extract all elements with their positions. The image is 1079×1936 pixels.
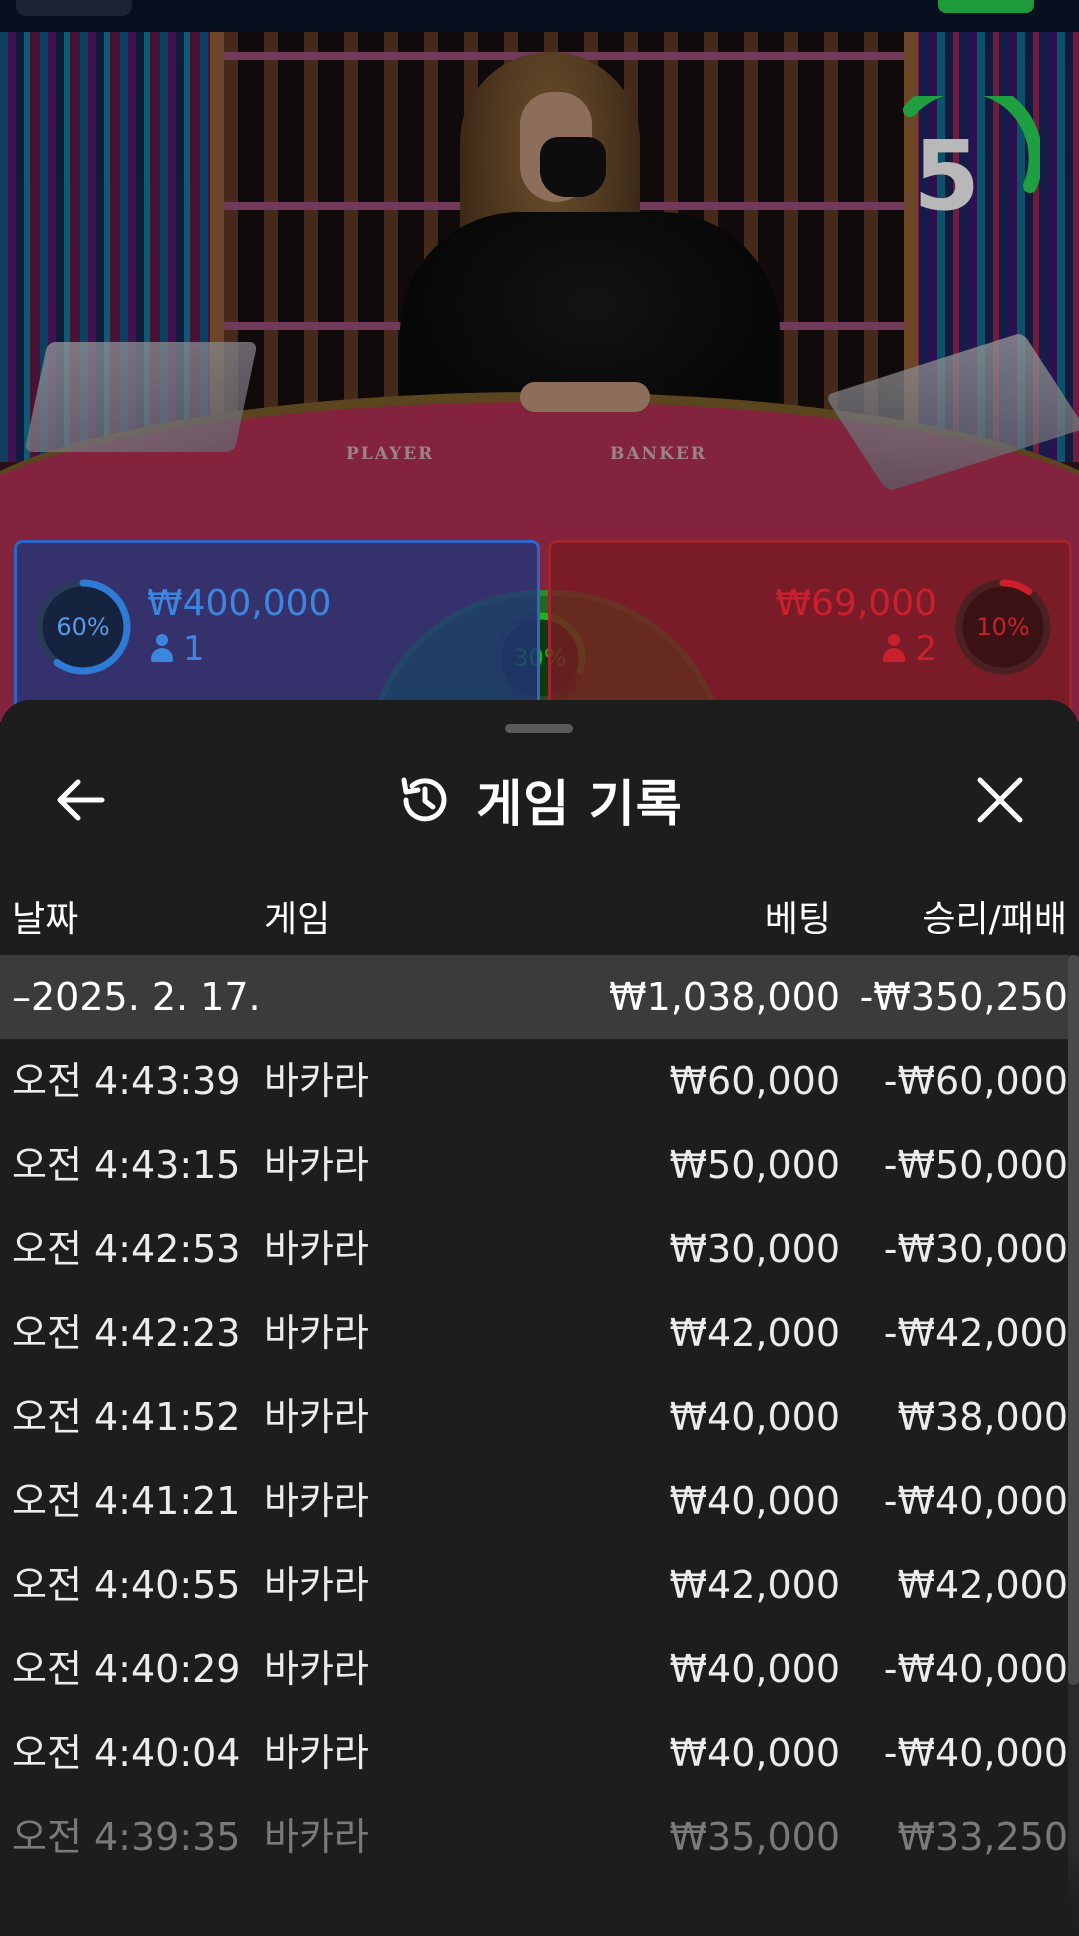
date-group-bet-total: ₩1,038,000 bbox=[609, 975, 840, 1019]
table-row[interactable]: 오전 4:40:55 바카라 ₩42,000 ₩42,000 bbox=[0, 1543, 1068, 1627]
player-bet-amount: ₩400,000 bbox=[147, 583, 332, 624]
list-fade-overlay bbox=[0, 1850, 1079, 1936]
row-time: 오전 4:40:04 bbox=[12, 1731, 241, 1775]
column-header-result: 승리/패배 bbox=[922, 899, 1067, 940]
row-game: 바카라 bbox=[264, 1479, 369, 1523]
top-bar-green-button[interactable] bbox=[938, 0, 1034, 13]
sheet-drag-handle[interactable] bbox=[505, 724, 573, 733]
banker-percent-ring: 10% bbox=[953, 577, 1053, 677]
table-row[interactable]: 오전 4:43:39 바카라 ₩60,000 -₩60,000 bbox=[0, 1039, 1068, 1123]
row-game: 바카라 bbox=[264, 1143, 369, 1187]
row-bet: ₩60,000 bbox=[669, 1059, 840, 1103]
row-time: 오전 4:43:15 bbox=[12, 1143, 241, 1187]
row-result: -₩30,000 bbox=[883, 1227, 1068, 1271]
row-game: 바카라 bbox=[264, 1395, 369, 1439]
row-game: 바카라 bbox=[264, 1311, 369, 1355]
countdown-number: 5 bbox=[913, 120, 980, 232]
row-bet: ₩40,000 bbox=[669, 1647, 840, 1691]
row-result: -₩40,000 bbox=[883, 1479, 1068, 1523]
player-bettor-count: 1 bbox=[151, 629, 205, 669]
table-row[interactable]: 오전 4:40:29 바카라 ₩40,000 -₩40,000 bbox=[0, 1627, 1068, 1711]
row-bet: ₩30,000 bbox=[669, 1227, 840, 1271]
banker-bet-spot[interactable]: ₩69,000 2 10% bbox=[548, 540, 1072, 725]
table-row[interactable]: 오전 4:42:53 바카라 ₩30,000 -₩30,000 bbox=[0, 1207, 1068, 1291]
row-bet: ₩42,000 bbox=[669, 1311, 840, 1355]
date-group-label: –2025. 2. 17. bbox=[12, 975, 261, 1019]
row-time: 오전 4:42:53 bbox=[12, 1227, 241, 1271]
row-bet: ₩40,000 bbox=[669, 1479, 840, 1523]
row-time: 오전 4:40:55 bbox=[12, 1563, 241, 1607]
person-icon bbox=[883, 634, 906, 662]
player-count-value: 1 bbox=[183, 629, 205, 669]
row-game: 바카라 bbox=[264, 1731, 369, 1775]
row-bet: ₩42,000 bbox=[669, 1563, 840, 1607]
person-icon bbox=[151, 634, 173, 662]
row-game: 바카라 bbox=[264, 1563, 369, 1607]
row-time: 오전 4:42:23 bbox=[12, 1311, 241, 1355]
history-scrollbar[interactable] bbox=[1068, 955, 1079, 1936]
table-row[interactable]: 오전 4:42:23 바카라 ₩42,000 -₩42,000 bbox=[0, 1291, 1068, 1375]
player-percent: 60% bbox=[56, 613, 110, 641]
row-result: -₩40,000 bbox=[883, 1647, 1068, 1691]
row-result: -₩40,000 bbox=[883, 1731, 1068, 1775]
countdown-timer: 5 bbox=[880, 96, 1040, 256]
row-result: ₩38,000 bbox=[897, 1395, 1068, 1439]
player-percent-ring: 60% bbox=[33, 577, 133, 677]
sheet-header: 게임 기록 bbox=[0, 760, 1079, 840]
row-time: 오전 4:41:21 bbox=[12, 1479, 241, 1523]
table-row[interactable]: 오전 4:40:04 바카라 ₩40,000 -₩40,000 bbox=[0, 1711, 1068, 1795]
date-group-result-total: -₩350,250 bbox=[859, 975, 1068, 1019]
row-game: 바카라 bbox=[264, 1059, 369, 1103]
row-result: ₩42,000 bbox=[897, 1563, 1068, 1607]
row-game: 바카라 bbox=[264, 1647, 369, 1691]
row-bet: ₩40,000 bbox=[669, 1395, 840, 1439]
row-result: -₩42,000 bbox=[883, 1311, 1068, 1355]
row-time: 오전 4:41:52 bbox=[12, 1395, 241, 1439]
top-bar-left-button[interactable] bbox=[16, 0, 132, 16]
sheet-title: 게임 기록 bbox=[476, 775, 683, 833]
row-result: -₩50,000 bbox=[883, 1143, 1068, 1187]
close-button[interactable] bbox=[968, 768, 1032, 832]
banker-bettor-count: 2 bbox=[883, 629, 937, 669]
row-result: -₩60,000 bbox=[883, 1059, 1068, 1103]
row-time: 오전 4:43:39 bbox=[12, 1059, 241, 1103]
row-time: 오전 4:40:29 bbox=[12, 1647, 241, 1691]
game-history-sheet: 게임 기록 날짜 게임 베팅 승리/패배 –2025. 2. 17. ₩1,03… bbox=[0, 700, 1079, 1936]
top-bar bbox=[0, 0, 1079, 32]
banker-bet-amount: ₩69,000 bbox=[775, 583, 937, 624]
row-bet: ₩40,000 bbox=[669, 1731, 840, 1775]
column-header-game: 게임 bbox=[264, 899, 331, 940]
row-game: 바카라 bbox=[264, 1227, 369, 1271]
table-row[interactable]: 오전 4:41:21 바카라 ₩40,000 -₩40,000 bbox=[0, 1459, 1068, 1543]
row-bet: ₩50,000 bbox=[669, 1143, 840, 1187]
history-icon bbox=[401, 777, 447, 822]
table-row[interactable]: 오전 4:41:52 바카라 ₩40,000 ₩38,000 bbox=[0, 1375, 1068, 1459]
date-group-row[interactable]: –2025. 2. 17. ₩1,038,000 -₩350,250 bbox=[0, 955, 1068, 1039]
column-header-bet: 베팅 bbox=[764, 899, 831, 940]
close-icon bbox=[977, 777, 1023, 823]
banker-percent: 10% bbox=[976, 613, 1030, 641]
column-header-date: 날짜 bbox=[12, 899, 79, 940]
player-bet-spot[interactable]: 60% ₩400,000 1 bbox=[14, 540, 540, 725]
table-row[interactable]: 오전 4:43:15 바카라 ₩50,000 -₩50,000 bbox=[0, 1123, 1068, 1207]
banker-count-value: 2 bbox=[915, 629, 937, 669]
scrollbar-thumb[interactable] bbox=[1068, 955, 1079, 1685]
